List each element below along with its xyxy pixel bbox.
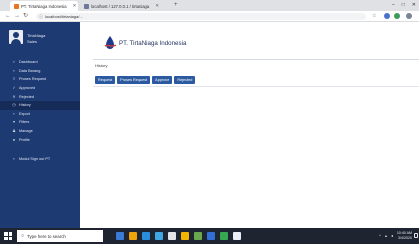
avatar (9, 30, 23, 44)
notification-icon[interactable] (414, 233, 418, 238)
sidebar-item-label: Data Barang (19, 68, 41, 73)
taskbar-app-icon[interactable] (220, 232, 228, 240)
address-bar-row: ← → ↻ ⓘ localhost/tirtaniaga/... ☆ (0, 11, 419, 22)
taskbar-app-icon[interactable] (207, 232, 215, 240)
sidebar-item-label: Profile (19, 137, 30, 142)
reload-icon[interactable]: ↻ (23, 12, 28, 21)
sidebar-item-profile[interactable]: ● Profile (0, 135, 80, 144)
taskbar-app-icon[interactable] (181, 232, 189, 240)
request-button[interactable]: Request (95, 76, 116, 84)
sidebar-item-label: Filters (19, 120, 30, 125)
close-window-button[interactable]: ✕ (412, 0, 416, 10)
forward-icon[interactable]: → (14, 12, 20, 21)
system-tray: ^ ▴ ◂ (379, 233, 393, 238)
filter-icon: ▾ (12, 119, 15, 125)
sidebar-item-dashboard[interactable]: ▪ Dashboard (0, 58, 80, 67)
clock-date: 3/4/2020 (398, 236, 412, 240)
sidebar-item-data-barang[interactable]: ▪ Data Barang (0, 67, 80, 76)
sidebar-item-rejected[interactable]: ✕ Rejected (0, 92, 80, 101)
bookmark-star-icon[interactable]: ☆ (372, 12, 376, 21)
network-icon[interactable]: ▴ (385, 233, 387, 238)
search-placeholder: Type here to search (27, 233, 66, 239)
browser-tab-strip: PT. TirtaNiaga Indonesia ✕ localhost / 1… (0, 0, 419, 11)
window-controls: – □ ✕ (392, 0, 416, 10)
taskbar-app-icon[interactable] (116, 232, 124, 240)
user-role: Sales (27, 39, 38, 44)
url-text: localhost/tirtaniaga/... (45, 14, 83, 19)
sidebar-item-label: Rejected (19, 94, 34, 99)
clock-icon: ◷ (12, 102, 16, 108)
sidebar: TirtaNiaga Sales ▪ Dashboard ▪ Data Barang ≡… (0, 22, 80, 228)
sidebar-item-label: Proses Request (19, 77, 47, 82)
taskbar-app-icon[interactable] (233, 232, 241, 240)
sidebar-item-label: Dashboard (19, 60, 38, 65)
sidebar-item-label: History (19, 103, 31, 108)
taskbar-search[interactable]: ○ Type here to search (17, 230, 103, 242)
volume-icon[interactable]: ◂ (391, 233, 393, 238)
dashboard-icon: ▪ (13, 59, 15, 65)
sidebar-item-approved[interactable]: ✓ Approved (0, 84, 80, 93)
user-panel: TirtaNiaga Sales (0, 22, 80, 48)
tab-title: localhost / 127.0.0.1 / tirtaniaga (91, 3, 150, 9)
sidebar-item-modul-sign-out-pt[interactable]: ▪ Modul Sign out PT (0, 155, 80, 164)
check-icon: ✓ (12, 85, 16, 91)
sidebar-item-label: Modul Sign out PT (19, 157, 51, 162)
favicon-icon (14, 3, 19, 9)
taskbar-app-icon[interactable] (194, 232, 202, 240)
sidebar-item-label: Approved (19, 86, 36, 91)
user-name: TirtaNiaga (27, 33, 46, 38)
taskbar-app-icon[interactable] (142, 232, 150, 240)
person-icon: ♟ (12, 128, 16, 134)
taskbar: ○ Type here to search ^ ▴ ◂ 10:40 AM 3/4… (0, 228, 419, 244)
info-icon: ⓘ (39, 14, 43, 19)
minimize-button[interactable]: – (392, 0, 395, 10)
sidebar-item-manage[interactable]: ♟ Manage (0, 127, 80, 136)
sidebar-item-filters[interactable]: ▾ Filters (0, 118, 80, 127)
tab-title: PT. TirtaNiaga Indonesia (21, 3, 67, 9)
approve-button[interactable]: Approve (152, 76, 173, 84)
company-logo-icon (104, 36, 117, 49)
sidebar-item-label: Export (19, 111, 30, 116)
company-name: PT. TirtaNiaga Indonesia (119, 40, 187, 47)
profile-icon: ● (12, 136, 16, 142)
close-tab-icon[interactable]: ✕ (73, 3, 77, 9)
logout-icon: ▪ (13, 156, 15, 162)
sidebar-item-proses-request[interactable]: ≡ Proses Request (0, 75, 80, 84)
export-icon: ▪ (13, 110, 15, 116)
history-panel: History Request Proses Request Approve R… (93, 59, 419, 87)
sidebar-item-label: Manage (19, 129, 33, 134)
x-icon: ✕ (12, 93, 16, 99)
sidebar-item-history[interactable]: ◷ History (0, 100, 80, 110)
back-icon[interactable]: ← (5, 12, 11, 21)
new-tab-button[interactable]: + (174, 2, 178, 9)
sidebar-menu: ▪ Dashboard ▪ Data Barang ≡ Proses Request ✓ Ap… (0, 58, 80, 164)
sidebar-item-export[interactable]: ▪ Export (0, 110, 80, 119)
list-icon: ≡ (12, 76, 16, 82)
proses-request-button[interactable]: Proses Request (117, 76, 151, 84)
page-header: PT. TirtaNiaga Indonesia (80, 22, 419, 55)
screen: PT. TirtaNiaga Indonesia ✕ localhost / 1… (0, 0, 419, 244)
filter-button-group: Request Proses Request Approve Rejected (95, 76, 196, 84)
close-tab-icon[interactable]: ✕ (155, 3, 159, 9)
chevron-up-icon[interactable]: ^ (379, 233, 381, 238)
search-icon: ○ (21, 233, 25, 239)
maximize-button[interactable]: □ (402, 0, 405, 10)
taskbar-app-icon[interactable] (155, 232, 163, 240)
taskbar-app-icon[interactable] (129, 232, 137, 240)
favicon-icon (84, 3, 89, 9)
profile-icon[interactable] (406, 13, 412, 19)
taskbar-app-icon[interactable] (168, 232, 176, 240)
windows-start-icon[interactable] (4, 232, 12, 240)
browser-tab-active[interactable]: PT. TirtaNiaga Indonesia ✕ (10, 1, 78, 11)
url-input[interactable]: ⓘ localhost/tirtaniaga/... (36, 13, 366, 20)
extension-icon[interactable] (384, 13, 390, 19)
rejected-button[interactable]: Rejected (174, 76, 196, 84)
browser-tab[interactable]: localhost / 127.0.0.1 / tirtaniaga ✕ (80, 1, 170, 11)
main-content: PT. TirtaNiaga Indonesia History Request… (80, 22, 419, 228)
panel-title: History (95, 63, 108, 68)
clock[interactable]: 10:40 AM 3/4/2020 (397, 231, 412, 241)
extension-icon[interactable] (394, 13, 400, 19)
box-icon: ▪ (13, 67, 15, 73)
